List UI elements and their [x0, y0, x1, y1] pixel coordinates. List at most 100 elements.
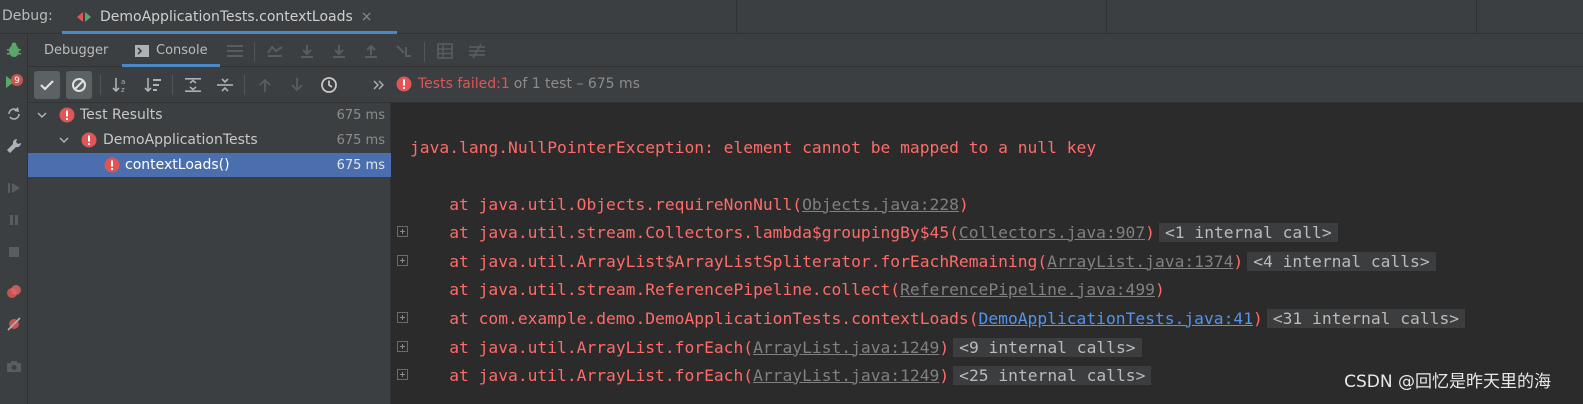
tab-console[interactable]: Console [122, 34, 220, 67]
chevron-down-icon[interactable] [36, 109, 48, 121]
tree-row-test-results[interactable]: Test Results 675 ms [28, 103, 391, 127]
internal-calls-badge[interactable]: <9 internal calls> [953, 337, 1142, 357]
expand-all-icon [185, 78, 201, 92]
watermark: CSDN @回忆是昨天里的海 [1344, 372, 1551, 392]
trace-icon[interactable] [468, 42, 486, 60]
debug-tool-window: Debug: DemoApplicationTests.contextLoads… [0, 0, 1583, 404]
debug-side-toolbar: 9 [0, 34, 28, 404]
expand-fold-icon[interactable] [397, 226, 408, 237]
arrow-down-icon [291, 78, 303, 92]
show-passed-button[interactable] [34, 71, 60, 99]
source-link[interactable]: ArrayList.java:1374 [1047, 252, 1233, 271]
internal-calls-badge[interactable]: <31 internal calls> [1266, 308, 1466, 328]
run-to-cursor-icon[interactable] [394, 42, 412, 60]
stack-frame-close: ) [939, 337, 950, 357]
test-failed-icon [59, 107, 75, 123]
stack-frame-text: at java.util.ArrayList.forEach( [410, 337, 754, 357]
svg-text:z: z [121, 86, 125, 93]
camera-icon[interactable] [4, 356, 24, 376]
menu-icon[interactable] [226, 42, 244, 60]
mute-breakpoints-icon[interactable] [4, 314, 24, 334]
internal-calls-badge[interactable]: <25 internal calls> [953, 365, 1152, 385]
source-link[interactable]: Objects.java:228 [802, 195, 959, 214]
test-history-button[interactable] [316, 71, 342, 99]
stack-frame-text: at java.util.ArrayList$ArrayListSplitera… [410, 251, 1048, 271]
step-into-icon[interactable] [330, 42, 348, 60]
tab-debugger[interactable]: Debugger [44, 34, 108, 67]
tab-divider [1106, 0, 1107, 34]
source-link[interactable]: ArrayList.java:1249 [753, 366, 939, 385]
tab-divider [1476, 0, 1477, 34]
source-link[interactable]: Collectors.java:907 [959, 223, 1145, 242]
step-out-icon[interactable] [362, 42, 380, 60]
stack-frame: at java.util.Objects.requireNonNull(Obje… [410, 191, 969, 217]
toolbar-divider [100, 75, 101, 95]
tree-row-duration: 675 ms [336, 157, 385, 173]
resume-icon[interactable] [4, 178, 24, 198]
console-icon [134, 43, 150, 59]
show-ignored-button[interactable] [66, 71, 92, 99]
stack-frame-close: ) [1233, 251, 1244, 271]
source-link[interactable]: DemoApplicationTests.java:41 [979, 309, 1253, 328]
test-status: Tests failed: 1 of 1 test – 675 ms [396, 76, 640, 92]
error-icon [396, 76, 412, 92]
refresh-icon[interactable] [4, 104, 24, 124]
stack-frame: at java.util.ArrayList$ArrayListSplitera… [410, 248, 1436, 274]
internal-calls-badge[interactable]: <1 internal call> [1158, 222, 1338, 242]
pause-icon[interactable] [4, 210, 24, 230]
stack-frame-text: at java.util.stream.ReferencePipeline.co… [410, 279, 901, 299]
stack-frame: at java.util.stream.Collectors.lambda$gr… [410, 219, 1338, 245]
toolbar-divider [254, 42, 255, 62]
previous-failed-button[interactable] [252, 71, 278, 99]
sort-by-duration-button[interactable] [140, 71, 166, 99]
collapse-all-button[interactable] [212, 71, 238, 99]
internal-calls-badge[interactable]: <4 internal calls> [1247, 251, 1436, 271]
sort-alphabetically-button[interactable]: az [108, 71, 134, 99]
rerun-failed-icon[interactable]: 9 [4, 72, 24, 92]
debug-label: Debug: [2, 8, 53, 24]
view-breakpoints-icon[interactable] [4, 282, 24, 302]
stack-frame-close: ) [1253, 308, 1263, 328]
toolbar-divider [244, 75, 245, 95]
stack-frame-text: at java.util.stream.Collectors.lambda$gr… [410, 222, 959, 242]
debug-bug-icon[interactable] [4, 40, 24, 60]
tree-row-context-loads[interactable]: contextLoads() 675 ms [28, 153, 391, 177]
expand-fold-icon[interactable] [397, 341, 408, 352]
exception-message: java.lang.NullPointerException: element … [410, 137, 1097, 157]
run-config-tab[interactable]: DemoApplicationTests.contextLoads × [62, 0, 397, 34]
stop-icon[interactable] [4, 242, 24, 262]
status-failed-label: Tests failed: [418, 76, 501, 92]
tree-row-duration: 675 ms [336, 107, 385, 123]
tree-row-demo-application-tests[interactable]: DemoApplicationTests 675 ms [28, 128, 391, 152]
stack-frame-text: at java.util.Objects.requireNonNull( [410, 194, 803, 214]
stack-frame: at java.util.ArrayList.forEach(ArrayList… [410, 334, 1142, 360]
expand-fold-icon[interactable] [397, 255, 408, 266]
test-failed-icon [104, 157, 120, 173]
test-failed-icon [81, 132, 97, 148]
console-output[interactable]: java.lang.NullPointerException: element … [392, 103, 1583, 404]
expand-fold-icon[interactable] [397, 312, 408, 323]
close-icon[interactable]: × [361, 9, 373, 25]
svg-text:9: 9 [14, 76, 20, 86]
next-failed-button[interactable] [284, 71, 310, 99]
collapse-all-icon [217, 78, 233, 92]
tree-row-label: contextLoads() [125, 157, 230, 173]
stack-frame: at java.util.ArrayList.forEach(ArrayList… [410, 362, 1152, 388]
source-link[interactable]: ReferencePipeline.java:499 [900, 280, 1155, 299]
settings-wrench-icon[interactable] [4, 136, 24, 156]
toolbar-divider [172, 75, 173, 95]
expand-fold-icon[interactable] [397, 369, 408, 380]
chevron-down-icon[interactable] [58, 134, 70, 146]
evaluate-expression-icon[interactable] [436, 42, 454, 60]
expand-all-button[interactable] [180, 71, 206, 99]
source-link[interactable]: ArrayList.java:1249 [753, 338, 939, 357]
more-actions-button[interactable] [366, 71, 392, 99]
step-over-icon[interactable] [298, 42, 316, 60]
stack-frame: at com.example.demo.DemoApplicationTests… [410, 305, 1466, 331]
test-run-icon [76, 10, 94, 24]
sort-duration-icon [144, 78, 161, 93]
debug-tab-bar: Debug: DemoApplicationTests.contextLoads… [0, 0, 1583, 34]
check-icon [40, 80, 54, 91]
show-execution-point-icon[interactable] [266, 42, 284, 60]
tab-debugger-label: Debugger [44, 43, 109, 58]
